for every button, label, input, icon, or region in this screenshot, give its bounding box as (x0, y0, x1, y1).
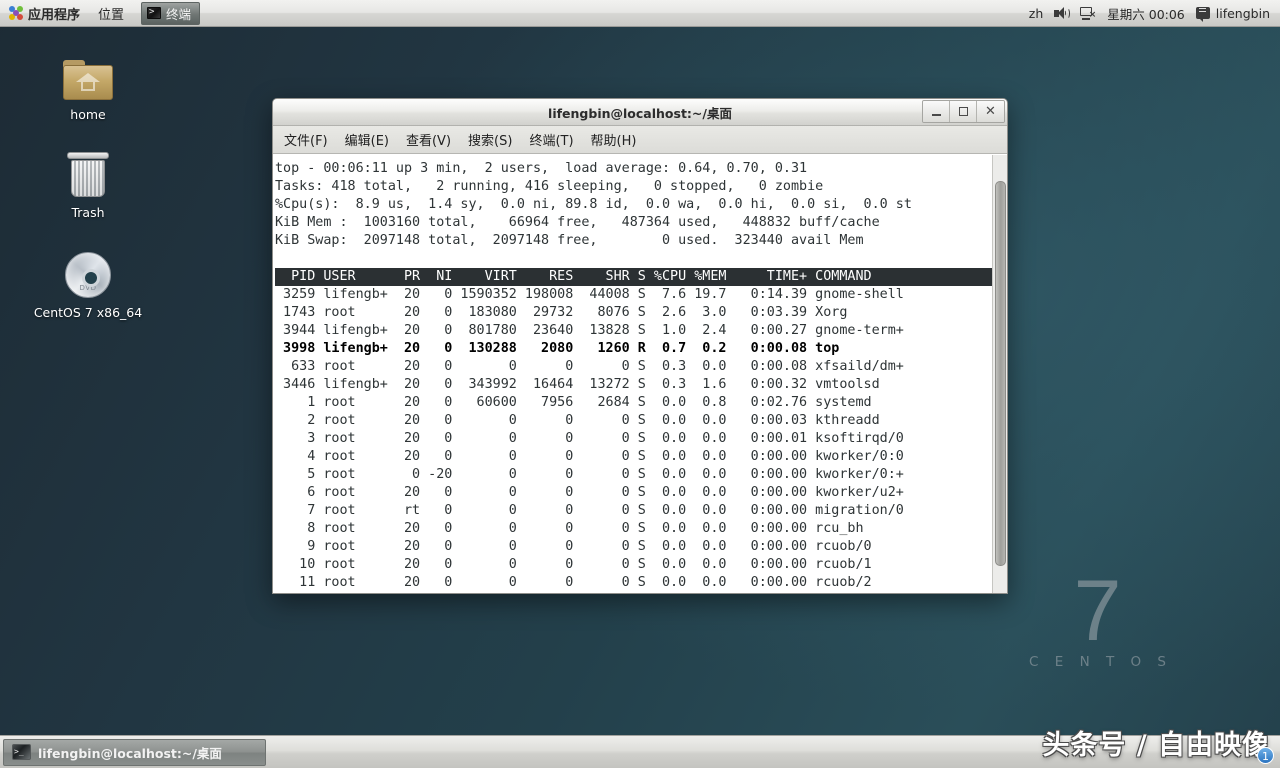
dvd-disc-icon: DVD (28, 246, 148, 298)
top-process-row: 1743 root 20 0 183080 29732 8076 S 2.6 3… (275, 304, 992, 322)
top-process-row: 3259 lifengb+ 20 0 1590352 198008 44008 … (275, 286, 992, 304)
terminal-icon (147, 7, 161, 19)
top-panel: 应用程序 位置 终端 zh × 星期六 00:06 lifengbin (0, 0, 1280, 27)
top-panel-left: 应用程序 位置 终端 (0, 0, 200, 26)
centos-watermark: 7 C E N T O S (1023, 574, 1172, 670)
window-list-terminal-button[interactable]: 终端 (141, 2, 200, 25)
user-menu-label: lifengbin (1216, 6, 1270, 21)
top-process-row: 9 root 20 0 0 0 0 S 0.0 0.0 0:00.00 rcuo… (275, 538, 992, 556)
top-process-row: 6 root 20 0 0 0 0 S 0.0 0.0 0:00.00 kwor… (275, 484, 992, 502)
desktop-icon-trash-label: Trash (28, 205, 148, 220)
terminal-window[interactable]: lifengbin@localhost:~/桌面 ✕ 文件(F) 编辑(E) 查… (272, 98, 1008, 594)
taskbar-window-terminal-label: lifengbin@localhost:~/桌面 (38, 743, 222, 762)
top-process-row: 10 root 20 0 0 0 0 S 0.0 0.0 0:00.00 rcu… (275, 556, 992, 574)
top-process-row: 8 root 20 0 0 0 0 S 0.0 0.0 0:00.00 rcu_… (275, 520, 992, 538)
top-column-header: PID USER PR NI VIRT RES SHR S %CPU %MEM … (275, 268, 992, 286)
menu-search[interactable]: 搜索(S) (460, 127, 520, 152)
top-blank-line (275, 250, 992, 268)
input-method-indicator[interactable]: zh (1029, 6, 1043, 21)
places-menu[interactable]: 位置 (89, 0, 133, 26)
taskbar-window-terminal[interactable]: lifengbin@localhost:~/桌面 (3, 739, 266, 766)
top-process-row: 3446 lifengb+ 20 0 343992 16464 13272 S … (275, 376, 992, 394)
desktop-icon-centos-dvd[interactable]: DVD CentOS 7 x86_64 (28, 246, 148, 320)
window-list-terminal-label: 终端 (166, 4, 191, 23)
centos-wordmark: C E N T O S (1029, 654, 1172, 670)
top-process-row: 11 root 20 0 0 0 0 S 0.0 0.0 0:00.00 rcu… (275, 574, 992, 592)
top-output: top - 00:06:11 up 3 min, 2 users, load a… (273, 155, 992, 593)
window-controls: ✕ (922, 100, 1005, 123)
top-process-row: 7 root rt 0 0 0 0 S 0.0 0.0 0:00.00 migr… (275, 502, 992, 520)
top-summary-line: Tasks: 418 total, 2 running, 416 sleepin… (275, 178, 992, 196)
top-process-row: 3 root 20 0 0 0 0 S 0.0 0.0 0:00.01 ksof… (275, 430, 992, 448)
trash-icon (28, 146, 148, 198)
minimize-button[interactable] (923, 101, 950, 122)
top-panel-indicators: zh × 星期六 00:06 lifengbin (1029, 0, 1280, 26)
top-process-row: 4 root 20 0 0 0 0 S 0.0 0.0 0:00.00 kwor… (275, 448, 992, 466)
menu-terminal[interactable]: 终端(T) (521, 127, 581, 152)
clock[interactable]: 星期六 00:06 (1107, 4, 1185, 23)
user-menu[interactable]: lifengbin (1196, 6, 1270, 21)
terminal-title-bar[interactable]: lifengbin@localhost:~/桌面 ✕ (273, 99, 1007, 126)
applications-menu-label: 应用程序 (28, 4, 80, 23)
terminal-scrollbar[interactable] (992, 155, 1007, 593)
desktop-icon-centos-dvd-label: CentOS 7 x86_64 (28, 305, 148, 320)
top-process-row: 2 root 20 0 0 0 0 S 0.0 0.0 0:00.03 kthr… (275, 412, 992, 430)
desktop-icon-trash[interactable]: Trash (28, 146, 148, 220)
terminal-scrollbar-thumb[interactable] (995, 181, 1006, 566)
desktop-icon-home-label: home (28, 107, 148, 122)
image-watermark-badge: 1 (1257, 747, 1274, 764)
top-process-row: 5 root 0 -20 0 0 0 S 0.0 0.0 0:00.00 kwo… (275, 466, 992, 484)
close-icon: ✕ (985, 104, 996, 119)
network-disconnected-icon[interactable]: × (1080, 7, 1096, 20)
home-folder-icon (28, 48, 148, 100)
speaker-icon[interactable] (1054, 7, 1069, 20)
menu-file[interactable]: 文件(F) (276, 127, 336, 152)
top-summary-line: %Cpu(s): 8.9 us, 1.4 sy, 0.0 ni, 89.8 id… (275, 196, 992, 214)
menu-view[interactable]: 查看(V) (398, 127, 459, 152)
top-process-row: 633 root 20 0 0 0 0 S 0.3 0.0 0:00.08 xf… (275, 358, 992, 376)
apps-grid-icon (9, 6, 23, 20)
maximize-icon (959, 107, 968, 116)
applications-menu[interactable]: 应用程序 (0, 0, 89, 26)
terminal-title: lifengbin@localhost:~/桌面 (273, 103, 1007, 122)
top-summary-line: KiB Swap: 2097148 total, 2097148 free, 0… (275, 232, 992, 250)
centos-version-number: 7 (1023, 574, 1172, 648)
menu-edit[interactable]: 编辑(E) (337, 127, 397, 152)
top-process-row: 1 root 20 0 60600 7956 2684 S 0.0 0.8 0:… (275, 394, 992, 412)
menu-help[interactable]: 帮助(H) (583, 127, 645, 152)
top-summary-line: top - 00:06:11 up 3 min, 2 users, load a… (275, 160, 992, 178)
close-button[interactable]: ✕ (977, 101, 1004, 122)
desktop-screen: 应用程序 位置 终端 zh × 星期六 00:06 lifengbin (0, 0, 1280, 768)
terminal-body[interactable]: top - 00:06:11 up 3 min, 2 users, load a… (273, 154, 1007, 593)
places-menu-label: 位置 (98, 4, 124, 23)
chat-icon (1196, 7, 1210, 19)
minimize-icon (932, 114, 941, 116)
terminal-icon (12, 744, 31, 760)
top-process-row: 3998 lifengb+ 20 0 130288 2080 1260 R 0.… (275, 340, 992, 358)
top-process-row: 3944 lifengb+ 20 0 801780 23640 13828 S … (275, 322, 992, 340)
maximize-button[interactable] (950, 101, 977, 122)
image-watermark-text: 头条号 / 自由映像 (1042, 723, 1270, 762)
top-summary-line: KiB Mem : 1003160 total, 66964 free, 487… (275, 214, 992, 232)
desktop-icon-home[interactable]: home (28, 48, 148, 122)
terminal-menu-bar: 文件(F) 编辑(E) 查看(V) 搜索(S) 终端(T) 帮助(H) (273, 126, 1007, 154)
